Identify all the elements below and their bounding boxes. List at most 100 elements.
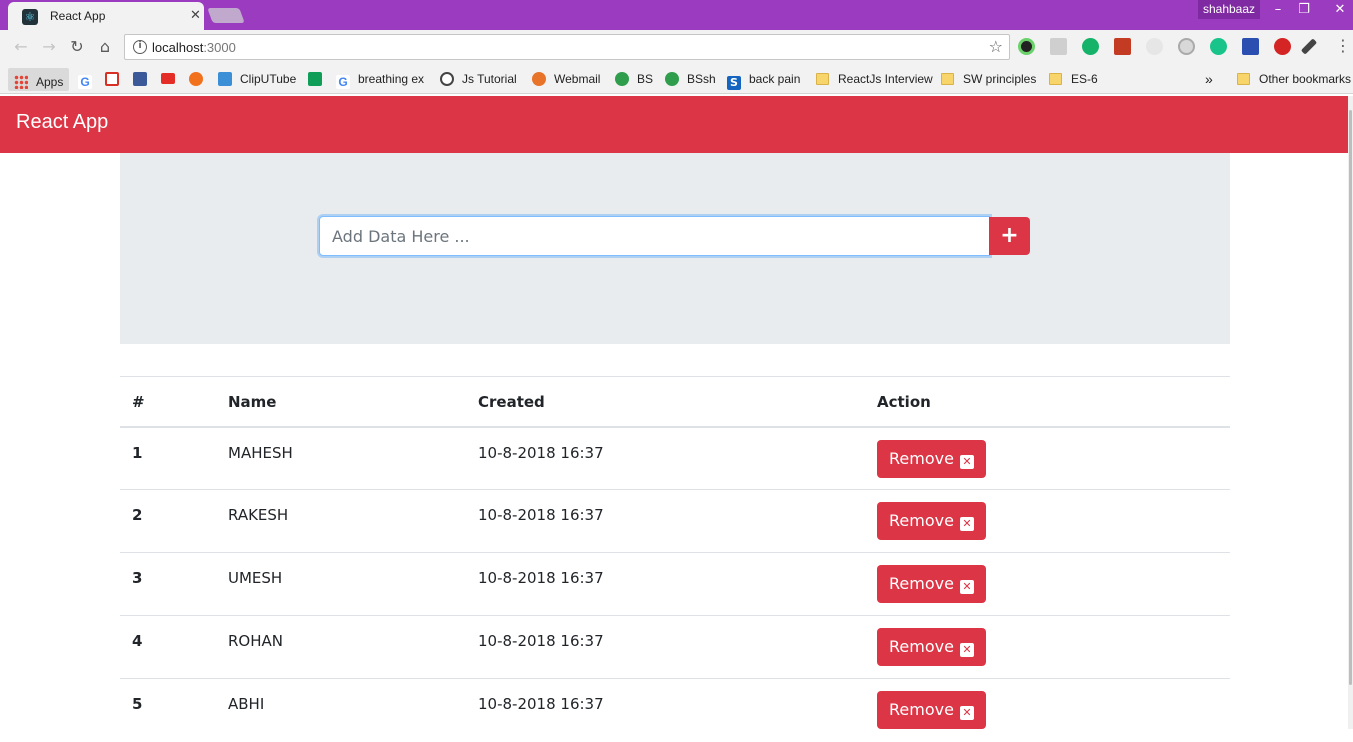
google-icon: G	[78, 75, 92, 89]
remove-button[interactable]: Remove ✕	[877, 439, 986, 478]
forward-icon[interactable]: →	[40, 38, 58, 56]
bookmark-label: Other bookmarks	[1259, 72, 1352, 86]
row-name: ABHI	[216, 678, 466, 742]
url-host: localhost	[152, 40, 204, 55]
row-number: 2	[120, 489, 216, 553]
header-number: #	[120, 376, 216, 428]
reload-icon[interactable]: ↻	[68, 38, 86, 56]
add-button[interactable]: +	[989, 217, 1030, 255]
gmail-icon	[105, 72, 119, 86]
restore-icon[interactable]: ❐	[1292, 2, 1316, 20]
info-icon[interactable]: i	[133, 40, 147, 54]
minimize-icon[interactable]: –	[1266, 2, 1290, 20]
extension-circle-icon[interactable]	[1178, 38, 1195, 55]
remove-label: Remove	[889, 511, 954, 530]
url-text: localhost:3000	[152, 40, 236, 55]
bookmark-youtube[interactable]	[161, 71, 183, 88]
bookmark-orange[interactable]	[189, 71, 211, 88]
row-created: 10-8-2018 16:37	[466, 615, 865, 679]
orange-circle-icon	[189, 72, 203, 86]
add-data-input[interactable]	[319, 216, 990, 256]
bookmark-google[interactable]: G	[78, 71, 100, 89]
bookmark-folder-reactjs[interactable]: ReactJs Interview	[816, 71, 933, 88]
bookmark-folder-other[interactable]: Other bookmarks	[1237, 71, 1351, 88]
row-created: 10-8-2018 16:37	[466, 489, 865, 553]
bookmark-label: ReactJs Interview	[838, 72, 933, 86]
youtube-icon	[161, 73, 175, 84]
cpanel-icon	[532, 72, 546, 86]
close-window-icon[interactable]: ✕	[1328, 2, 1352, 20]
bookmark-label: Webmail	[554, 72, 601, 86]
browser-tab[interactable]: ⚛ React App ✕	[8, 2, 204, 30]
bookmark-bs[interactable]: BS	[615, 71, 653, 88]
address-bar[interactable]: i localhost:3000 ☆	[124, 34, 1010, 60]
close-icon: ✕	[959, 517, 974, 531]
bookmark-gmail[interactable]	[105, 71, 127, 88]
bookmark-folder-sw[interactable]: SW principles	[941, 71, 1036, 88]
grammarly-icon[interactable]	[1082, 38, 1099, 55]
table-row: 2 RAKESH 10-8-2018 16:37 Remove ✕	[120, 489, 1230, 553]
extension-chat-icon[interactable]	[1210, 38, 1227, 55]
bookmark-cliputube[interactable]: ClipUTube	[218, 71, 296, 88]
row-number: 1	[132, 443, 143, 462]
row-action: Remove ✕	[865, 489, 1230, 553]
row-number: 5	[120, 678, 216, 742]
row-action: Remove ✕	[865, 615, 1230, 679]
close-icon: ✕	[959, 706, 974, 720]
sheets-icon	[308, 72, 322, 86]
scrollbar-thumb[interactable]	[1349, 110, 1352, 685]
bookmark-label: Apps	[36, 75, 64, 89]
bookmark-label: ES-6	[1071, 72, 1098, 86]
row-action: Remove ✕	[865, 552, 1230, 616]
bookmark-label: BS	[637, 72, 654, 86]
bookmark-label: ClipUTube	[240, 72, 297, 86]
remove-label: Remove	[889, 448, 954, 468]
bookmark-webmail[interactable]: Webmail	[532, 71, 600, 88]
home-icon[interactable]: ⌂	[96, 38, 114, 56]
back-icon[interactable]: ←	[12, 38, 30, 56]
bookmark-bssh[interactable]: BSsh	[665, 71, 716, 88]
data-table: # Name Created Action 1 MAHESH 10-8-2018…	[120, 376, 1230, 742]
profile-name[interactable]: shahbaaz	[1198, 0, 1260, 19]
bookmark-label: SW principles	[963, 72, 1037, 86]
remove-label: Remove	[889, 700, 954, 719]
row-name: RAKESH	[216, 489, 466, 553]
bookmarks-bar: Apps G ClipUTube Gbreathing ex Js Tutori…	[0, 64, 1353, 94]
table-row: 4 ROHAN 10-8-2018 16:37 Remove ✕	[120, 615, 1230, 679]
remove-label: Remove	[889, 574, 954, 593]
remove-button[interactable]: Remove ✕	[877, 502, 986, 540]
extension-es-icon[interactable]	[1050, 38, 1067, 55]
bookmark-star-icon[interactable]: ☆	[989, 37, 1003, 56]
bookmark-js-tutorial[interactable]: Js Tutorial	[440, 71, 517, 88]
react-favicon-icon: ⚛	[22, 9, 38, 25]
table-header-row: # Name Created Action	[120, 376, 1230, 428]
extension-camera-icon[interactable]	[1018, 38, 1035, 55]
bookmark-apps[interactable]: Apps	[8, 68, 70, 91]
extension-grey-icon[interactable]	[1146, 38, 1163, 55]
extension-bookmark-icon[interactable]	[1242, 38, 1259, 55]
tab-close-icon[interactable]: ✕	[190, 8, 201, 23]
close-icon: ✕	[959, 454, 974, 469]
extension-yab-icon[interactable]	[1274, 38, 1291, 55]
bookmark-sheets[interactable]	[308, 71, 330, 88]
bookmarks-overflow-chevron[interactable]: »	[1205, 71, 1213, 88]
bs-icon	[615, 72, 629, 86]
remove-button[interactable]: Remove ✕	[877, 691, 986, 729]
close-icon: ✕	[959, 643, 974, 657]
extension-red-icon[interactable]	[1114, 38, 1131, 55]
url-port: :3000	[203, 40, 236, 55]
new-tab-button[interactable]	[207, 8, 245, 23]
bookmark-back-pain[interactable]: Sback pain	[727, 71, 800, 90]
remove-button[interactable]: Remove ✕	[877, 565, 986, 603]
bssh-icon	[665, 72, 679, 86]
navbar-brand[interactable]: React App	[16, 111, 108, 134]
bookmark-folder-es6[interactable]: ES-6	[1049, 71, 1098, 88]
bookmark-breathing[interactable]: Gbreathing ex	[336, 71, 425, 89]
bookmark-facebook[interactable]	[133, 71, 155, 88]
bookmark-label: breathing ex	[358, 72, 425, 86]
remove-button[interactable]: Remove ✕	[877, 628, 986, 666]
menu-kebab-icon[interactable]: ⋮	[1334, 37, 1352, 55]
close-icon: ✕	[959, 580, 974, 594]
header-action: Action	[865, 376, 1230, 428]
row-created: 10-8-2018 16:37	[478, 443, 604, 462]
